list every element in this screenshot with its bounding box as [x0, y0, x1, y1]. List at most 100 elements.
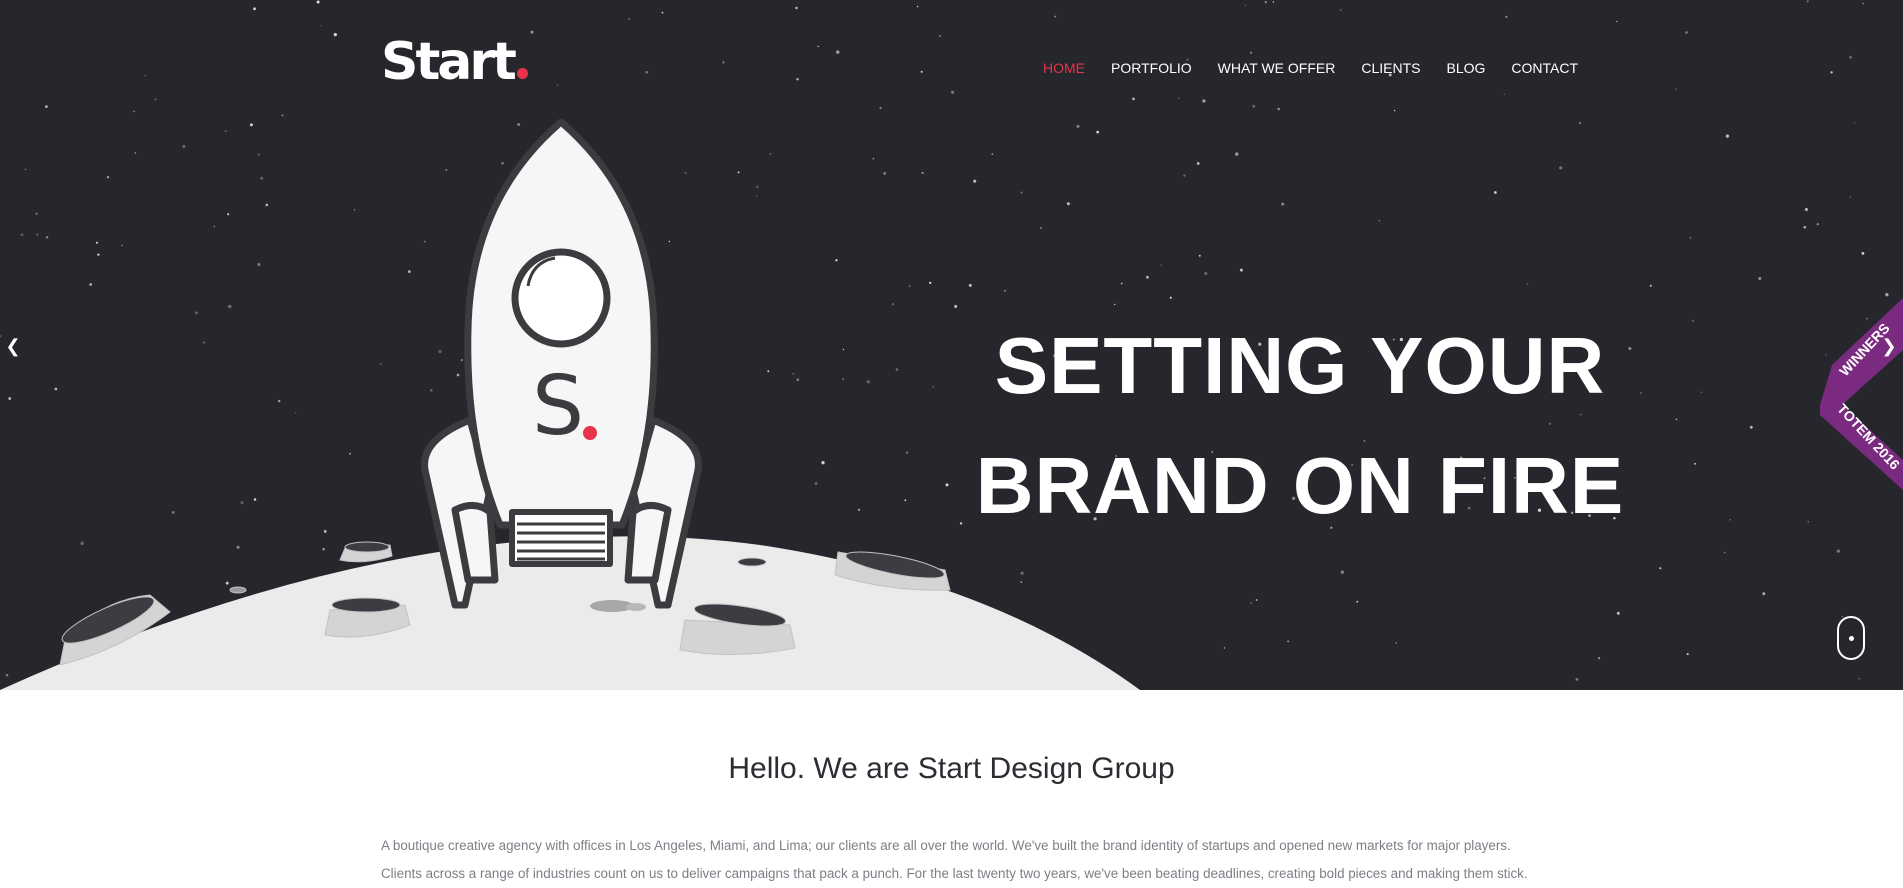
- star: [1689, 236, 1692, 239]
- star: [1255, 599, 1258, 601]
- star: [1816, 223, 1819, 226]
- star: [661, 11, 664, 14]
- star: [1503, 93, 1506, 96]
- star: [1694, 462, 1696, 465]
- star: [1691, 319, 1694, 322]
- star: [1250, 602, 1253, 604]
- about-paragraph: A boutique creative agency with offices …: [381, 832, 1531, 888]
- about-section: Hello. We are Start Design Group A bouti…: [0, 690, 1903, 888]
- chevron-right-icon[interactable]: ❯: [1880, 334, 1898, 358]
- nav-item-clients[interactable]: CLIENTS: [1361, 60, 1420, 76]
- star: [1724, 551, 1726, 554]
- star: [1862, 2, 1864, 5]
- star: [1675, 418, 1678, 421]
- star: [1685, 31, 1688, 34]
- star: [1675, 88, 1678, 90]
- star: [1235, 152, 1239, 156]
- star: [1054, 15, 1057, 18]
- star: [556, 84, 559, 87]
- hero-headline: SETTING YOUR BRAND ON FIRE: [950, 306, 1650, 546]
- main-navigation: HOME PORTFOLIO WHAT WE OFFER CLIENTS BLOG CON…: [1043, 60, 1604, 76]
- rocket-letter: S: [532, 359, 584, 454]
- star: [1729, 518, 1731, 521]
- star: [1849, 196, 1852, 198]
- star: [1239, 268, 1243, 272]
- star: [1160, 264, 1162, 266]
- about-paragraph-line-1: A boutique creative agency with offices …: [381, 838, 1511, 853]
- star: [1281, 202, 1285, 206]
- star: [530, 30, 534, 34]
- nav-item-what-we-offer[interactable]: WHAT WE OFFER: [1218, 60, 1336, 76]
- star: [836, 50, 840, 54]
- star: [1339, 9, 1342, 11]
- logo-text: Start: [381, 32, 517, 92]
- star: [796, 78, 799, 81]
- star: [1196, 162, 1200, 165]
- star: [1204, 271, 1208, 276]
- star: [1659, 567, 1662, 570]
- mouse-scroll-icon[interactable]: [1837, 616, 1865, 660]
- star: [1393, 109, 1396, 112]
- star: [144, 74, 146, 77]
- nav-item-portfolio[interactable]: PORTFOLIO: [1111, 60, 1192, 76]
- star: [1725, 134, 1730, 138]
- star: [1803, 225, 1807, 229]
- nav-item-contact[interactable]: CONTACT: [1511, 60, 1578, 76]
- star: [1749, 425, 1753, 429]
- star: [1378, 220, 1381, 222]
- star: [1356, 600, 1359, 603]
- star: [1616, 20, 1618, 23]
- star: [1198, 254, 1201, 257]
- star: [722, 61, 725, 64]
- star: [1578, 122, 1581, 125]
- star: [1287, 640, 1289, 643]
- star: [1169, 296, 1172, 299]
- star: [1272, 1, 1275, 3]
- star: [1804, 207, 1808, 212]
- star: [1758, 276, 1762, 281]
- star: [1649, 284, 1652, 287]
- star: [1762, 592, 1766, 596]
- star: [628, 18, 630, 20]
- chevron-left-icon[interactable]: ❮: [4, 334, 22, 358]
- star: [951, 90, 955, 94]
- star: [1183, 174, 1186, 177]
- nav-item-blog[interactable]: BLOG: [1446, 60, 1485, 76]
- site-logo[interactable]: Start: [381, 36, 528, 88]
- winners-ribbon[interactable]: WINNERS TOTEM 2016: [1820, 290, 1903, 490]
- star: [795, 6, 798, 10]
- star: [939, 34, 942, 37]
- star: [1858, 677, 1861, 680]
- about-paragraph-line-2: Clients across a range of industries cou…: [381, 866, 1528, 881]
- logo-dot: [516, 68, 528, 79]
- star: [1223, 647, 1226, 649]
- star: [1505, 15, 1508, 19]
- star: [1249, 51, 1253, 54]
- star: [1264, 0, 1267, 4]
- star: [1836, 549, 1840, 553]
- hero-section: Start HOME PORTFOLIO WHAT WE OFFER CLIENTS B…: [0, 0, 1903, 690]
- star: [1575, 677, 1579, 681]
- star: [1853, 121, 1856, 124]
- star: [1340, 570, 1344, 574]
- star: [320, 25, 322, 27]
- star: [1849, 55, 1853, 59]
- star: [1244, 4, 1247, 6]
- star: [1598, 657, 1601, 660]
- star: [316, 0, 320, 4]
- star: [817, 45, 819, 48]
- headline-line-1: SETTING YOUR: [994, 321, 1606, 410]
- star: [1700, 391, 1703, 393]
- star: [1861, 252, 1865, 255]
- mouse-wheel: [1849, 636, 1854, 641]
- star: [645, 70, 649, 74]
- star: [1806, 0, 1809, 3]
- star: [920, 70, 923, 73]
- star: [1277, 107, 1280, 111]
- about-title: Hello. We are Start Design Group: [728, 752, 1175, 785]
- nav-item-home[interactable]: HOME: [1043, 60, 1085, 76]
- star: [1830, 71, 1833, 74]
- headline-line-2: BRAND ON FIRE: [975, 441, 1625, 530]
- star: [916, 5, 919, 8]
- star: [1616, 611, 1620, 615]
